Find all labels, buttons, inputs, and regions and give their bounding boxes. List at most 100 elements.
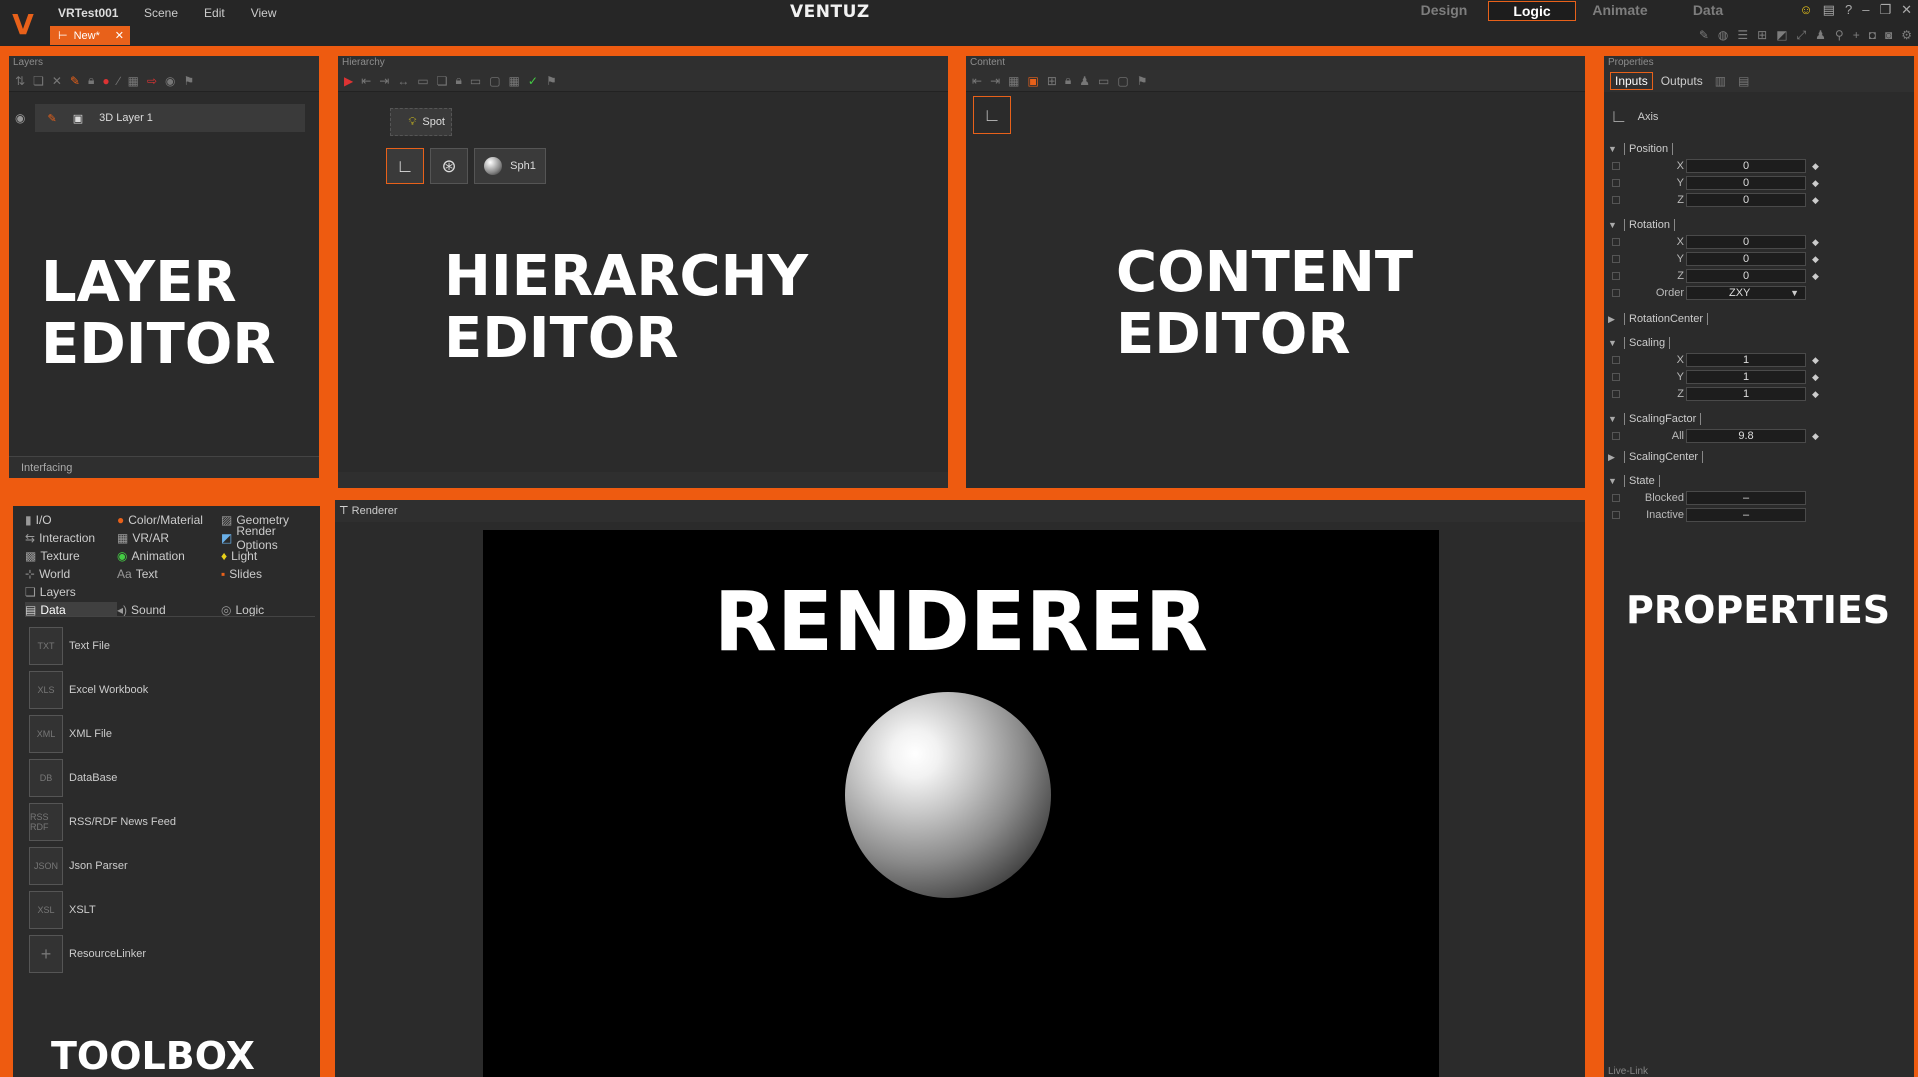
spinner-icon[interactable]: ◆: [1812, 431, 1819, 442]
color-sphere-icon[interactable]: ●: [102, 74, 109, 88]
blocked-input[interactable]: –: [1686, 491, 1806, 505]
layout-icon[interactable]: ▤: [1734, 73, 1753, 89]
scaling-x-input[interactable]: 1: [1686, 353, 1806, 367]
document-tab[interactable]: ⊢ New* ✕: [50, 26, 130, 45]
group-header[interactable]: ▶ ScalingCenter: [1608, 450, 1704, 464]
group-header[interactable]: ▼ State: [1608, 474, 1806, 488]
category-vr-ar[interactable]: ▦ VR/AR: [117, 530, 221, 545]
category-logic[interactable]: ◎ Logic: [221, 602, 315, 617]
layer-row[interactable]: ◉ ✎ ▣ 3D Layer 1: [15, 104, 305, 132]
menu-scene[interactable]: Scene: [144, 6, 178, 20]
tiles-icon[interactable]: ⊞: [1047, 74, 1057, 88]
spinner-icon[interactable]: ◆: [1812, 271, 1819, 282]
help-icon[interactable]: ?: [1845, 2, 1852, 18]
comment-icon[interactable]: ▢: [1117, 74, 1128, 88]
checkbox[interactable]: [1612, 390, 1620, 398]
node-axis[interactable]: ∟: [386, 148, 424, 184]
toolbox-item-text-file[interactable]: TXT Text File: [29, 624, 309, 668]
spinner-icon[interactable]: ◆: [1812, 237, 1819, 248]
checkbox[interactable]: [1612, 356, 1620, 364]
category-slides[interactable]: ▪ Slides: [221, 566, 315, 581]
category-sound[interactable]: ◂) Sound: [117, 602, 221, 617]
visibility-icon[interactable]: ◉: [15, 111, 25, 125]
bookmark-icon[interactable]: ⚑: [184, 74, 195, 88]
comment-icon[interactable]: ▢: [489, 74, 500, 88]
category-text[interactable]: Aa Text: [117, 566, 221, 581]
play-icon[interactable]: ▶: [344, 74, 353, 88]
checkbox[interactable]: [1612, 179, 1620, 187]
position-x-input[interactable]: 0: [1686, 159, 1806, 173]
category-light[interactable]: ♦ Light: [221, 548, 315, 563]
color-icon[interactable]: ◩: [1776, 28, 1787, 43]
eye-icon[interactable]: ◉: [165, 74, 175, 88]
tab-logic[interactable]: Logic: [1488, 1, 1576, 21]
toolbox-item-xslt[interactable]: XSL XSLT: [29, 888, 309, 932]
render-viewport[interactable]: RENDERER: [483, 530, 1439, 1077]
image-icon[interactable]: ▦: [128, 74, 139, 88]
document-icon[interactable]: ▤: [1823, 2, 1835, 18]
category-color-material[interactable]: ● Color/Material: [117, 512, 221, 527]
group-header[interactable]: ▼ ScalingFactor: [1608, 412, 1819, 426]
rotation-z-input[interactable]: 0: [1686, 269, 1806, 283]
toolbox-item-database[interactable]: DB DataBase: [29, 756, 309, 800]
edit-icon[interactable]: ✎: [70, 74, 80, 88]
checkbox[interactable]: [1612, 432, 1620, 440]
node-material[interactable]: ⊛: [430, 148, 468, 184]
interfacing-bar[interactable]: Interfacing: [9, 456, 319, 478]
move-icon[interactable]: ↔: [397, 74, 409, 88]
arrows-icon[interactable]: ⇅: [15, 74, 25, 88]
outdent-icon[interactable]: ⇥: [379, 74, 389, 88]
bookmark-icon[interactable]: ⚑: [1137, 74, 1148, 88]
node-spot[interactable]: 💡︎ Spot: [390, 108, 452, 136]
arrow-right-icon[interactable]: ⇨: [147, 74, 157, 88]
indent-icon[interactable]: ⇤: [972, 74, 982, 88]
person-icon[interactable]: ♟: [1815, 28, 1826, 43]
close-icon[interactable]: ✕: [115, 29, 124, 42]
content-axis-node[interactable]: ∟: [973, 96, 1011, 134]
menu-view[interactable]: View: [251, 6, 277, 20]
scaling-z-input[interactable]: 1: [1686, 387, 1806, 401]
pen-icon[interactable]: ✎: [1699, 28, 1709, 43]
pin-icon[interactable]: ⚲: [1835, 28, 1844, 43]
layer-item[interactable]: ✎ ▣ 3D Layer 1: [35, 104, 305, 132]
tab-inputs[interactable]: Inputs: [1610, 72, 1653, 90]
checkbox[interactable]: [1612, 238, 1620, 246]
scaling-y-input[interactable]: 1: [1686, 370, 1806, 384]
toolbox-item-xml[interactable]: XML XML File: [29, 712, 309, 756]
category-world[interactable]: ⊹ World: [25, 566, 117, 581]
checkbox[interactable]: [1612, 494, 1620, 502]
rotation-x-input[interactable]: 0: [1686, 235, 1806, 249]
lock-icon[interactable]: 🔒︎: [88, 73, 94, 88]
screen-icon[interactable]: ▭: [470, 74, 481, 88]
indent-icon[interactable]: ⇤: [361, 74, 371, 88]
nodes-icon[interactable]: ⊞: [1757, 28, 1767, 43]
camera2-icon[interactable]: ◙: [1885, 28, 1892, 43]
category-interaction[interactable]: ⇆ Interaction: [25, 530, 117, 545]
category-animation[interactable]: ◉ Animation: [117, 548, 221, 563]
toolbox-item-json[interactable]: JSON Json Parser: [29, 844, 309, 888]
gear-icon[interactable]: ⚙: [1901, 28, 1912, 43]
spinner-icon[interactable]: ◆: [1812, 195, 1819, 206]
checkbox[interactable]: [1612, 196, 1620, 204]
spinner-icon[interactable]: ◆: [1812, 254, 1819, 265]
grid-icon[interactable]: ▦: [1008, 74, 1019, 88]
tab-animate[interactable]: Animate: [1576, 1, 1664, 21]
node-sphere[interactable]: Sph1: [474, 148, 546, 184]
screen-icon[interactable]: ▭: [1098, 74, 1109, 88]
close-window-icon[interactable]: ✕: [1901, 2, 1912, 18]
check-icon[interactable]: ✓: [528, 74, 538, 88]
layout-icon[interactable]: ▣: [1027, 74, 1038, 88]
rotation-y-input[interactable]: 0: [1686, 252, 1806, 266]
minimize-icon[interactable]: –: [1862, 2, 1869, 18]
category-io[interactable]: ▮ I/O: [25, 512, 117, 527]
category-render-options[interactable]: ◩ Render Options: [221, 524, 315, 552]
spinner-icon[interactable]: ◆: [1812, 355, 1819, 366]
checkbox[interactable]: [1612, 511, 1620, 519]
spinner-icon[interactable]: ◆: [1812, 161, 1819, 172]
lock-icon[interactable]: 🔒︎: [1065, 73, 1071, 88]
lock-icon[interactable]: 🔒︎: [455, 73, 461, 88]
tab-design[interactable]: Design: [1400, 1, 1488, 21]
scaling-factor-input[interactable]: 9.8: [1686, 429, 1806, 443]
rotation-order-select[interactable]: ZXY: [1686, 286, 1806, 300]
copy-icon[interactable]: ❏: [437, 74, 448, 88]
